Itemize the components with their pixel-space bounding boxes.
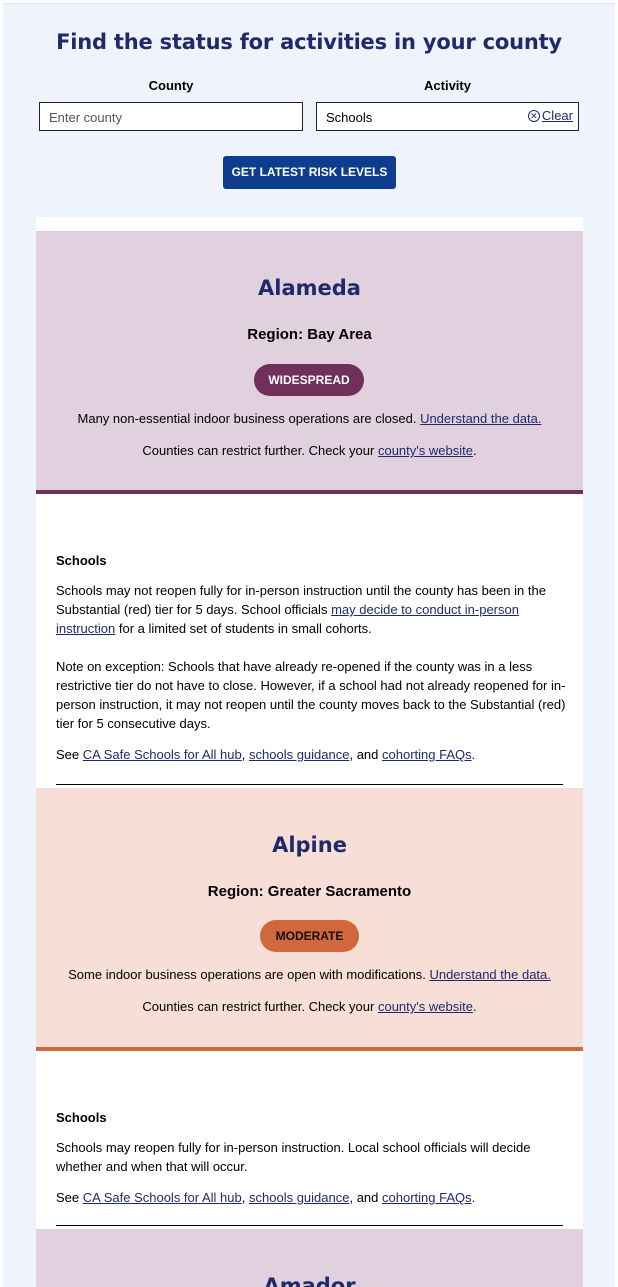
county-name: Alameda: [258, 276, 361, 300]
county-label: County: [148, 78, 194, 93]
clear-button[interactable]: ✕ Clear: [527, 108, 573, 123]
tier-text: Some indoor business operations are open…: [68, 967, 426, 982]
restrict-text: Counties can restrict further. Check you…: [142, 443, 375, 458]
schools-guidance-link[interactable]: schools guidance: [249, 747, 349, 762]
page-frame: Find the status for activities in your c…: [3, 3, 615, 1287]
cohorting-faq-link[interactable]: cohorting FAQs: [382, 1190, 472, 1205]
activity-heading: Schools: [56, 1110, 107, 1125]
county-input[interactable]: Enter county: [39, 102, 303, 131]
restrict-note: Counties can restrict further. Check you…: [142, 999, 477, 1014]
clear-label: Clear: [541, 108, 573, 123]
activity-info: Schools Schools may not reopen fully for…: [56, 551, 566, 764]
section-divider: [56, 1225, 563, 1226]
activity-input[interactable]: Schools ✕ Clear: [316, 102, 579, 131]
page-title: Find the status for activities in your c…: [56, 30, 562, 54]
tier-description: Some indoor business operations are open…: [36, 967, 583, 982]
county-card-alameda: Alameda Region: Bay Area WIDESPREAD Many…: [36, 231, 583, 494]
county-card-amador: Amador: [36, 1229, 583, 1287]
activity-info: Schools Schools may reopen fully for in-…: [56, 1108, 566, 1207]
results-panel: Alameda Region: Bay Area WIDESPREAD Many…: [36, 217, 583, 1287]
activity-paragraph: Schools may reopen fully for in-person i…: [56, 1140, 531, 1174]
section-divider: [56, 784, 563, 785]
county-region: Region: Greater Sacramento: [207, 883, 412, 900]
county-region: Region: Bay Area: [247, 326, 372, 343]
activity-input-value: Schools: [326, 110, 373, 125]
activity-paragraph: Schools may not reopen fully for in-pers…: [56, 583, 546, 636]
county-card-alpine: Alpine Region: Greater Sacramento MODERA…: [36, 788, 583, 1051]
tier-color-bar: [36, 490, 583, 494]
safe-schools-hub-link[interactable]: CA Safe Schools for All hub: [83, 747, 242, 762]
county-website-link[interactable]: county's website: [378, 999, 473, 1014]
get-risk-levels-button[interactable]: GET LATEST RISK LEVELS: [223, 156, 396, 189]
understand-data-link[interactable]: Understand the data.: [420, 411, 541, 426]
restrict-text: Counties can restrict further. Check you…: [142, 999, 375, 1014]
activity-label: Activity: [424, 78, 471, 93]
schools-guidance-link[interactable]: schools guidance: [249, 1190, 349, 1205]
tier-color-bar: [36, 1047, 583, 1051]
county-name: Amador: [263, 1274, 356, 1287]
tier-badge: MODERATE: [260, 920, 359, 952]
clear-icon: ✕: [527, 109, 540, 122]
cohorting-faq-link[interactable]: cohorting FAQs: [382, 747, 472, 762]
see-links: See CA Safe Schools for All hub, schools…: [56, 747, 476, 762]
tier-text: Many non-essential indoor business opera…: [77, 411, 417, 426]
activity-heading: Schools: [56, 553, 107, 568]
safe-schools-hub-link[interactable]: CA Safe Schools for All hub: [83, 1190, 242, 1205]
understand-data-link[interactable]: Understand the data.: [429, 967, 550, 982]
county-name: Alpine: [272, 833, 347, 857]
restrict-note: Counties can restrict further. Check you…: [142, 443, 477, 458]
tier-description: Many non-essential indoor business opera…: [36, 411, 583, 426]
tier-badge: WIDESPREAD: [254, 364, 364, 396]
see-links: See CA Safe Schools for All hub, schools…: [56, 1190, 476, 1205]
county-website-link[interactable]: county's website: [378, 443, 473, 458]
exception-note: Note on exception: Schools that have alr…: [56, 659, 566, 731]
